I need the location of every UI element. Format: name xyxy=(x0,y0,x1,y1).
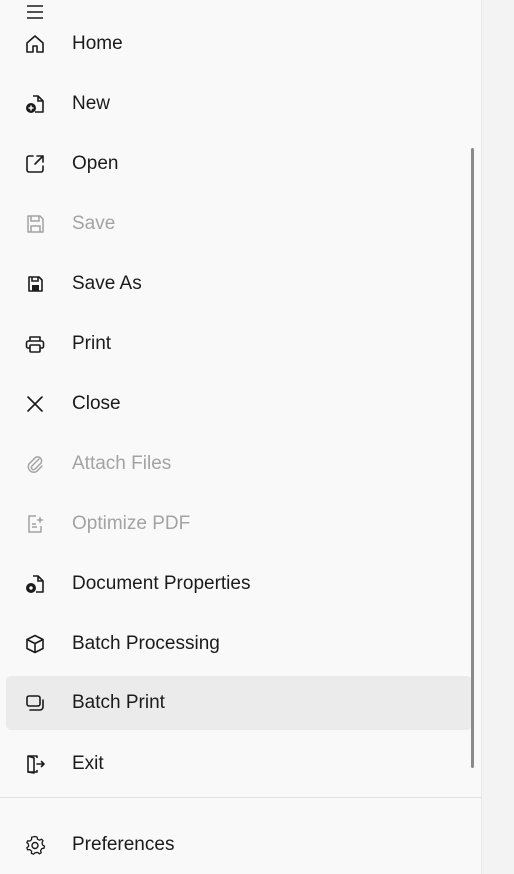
menu-item-label: Optimize PDF xyxy=(72,513,191,534)
exit-door-icon xyxy=(24,753,46,775)
save-icon xyxy=(24,213,46,235)
cube-icon xyxy=(24,633,46,655)
home-icon xyxy=(24,33,46,55)
menu-item-label: Document Properties xyxy=(72,573,251,594)
menu-item-label: Preferences xyxy=(72,834,175,855)
menu-item-close[interactable]: Close xyxy=(6,377,472,431)
new-document-icon xyxy=(24,93,46,115)
menu-item-batch-processing[interactable]: Batch Processing xyxy=(6,617,472,671)
menu-item-label: Save xyxy=(72,213,116,234)
save-as-icon xyxy=(24,273,46,295)
gear-icon xyxy=(24,834,46,856)
printer-icon xyxy=(24,333,46,355)
menu-item-label: Print xyxy=(72,333,112,354)
menu-item-preferences[interactable]: Preferences xyxy=(6,818,472,872)
menu-item-attach-files: Attach Files xyxy=(6,437,472,491)
menu-item-label: Batch Processing xyxy=(72,633,220,654)
menu-item-label: Batch Print xyxy=(72,692,165,713)
menu-item-document-properties[interactable]: Document Properties xyxy=(6,557,472,611)
menu-item-label: Attach Files xyxy=(72,453,172,474)
menu-item-label: Exit xyxy=(72,753,104,774)
menu-item-save-as[interactable]: Save As xyxy=(6,257,472,311)
menu-item-home[interactable]: Home xyxy=(6,17,472,71)
menu-item-optimize-pdf: Optimize PDF xyxy=(6,497,472,551)
document-area xyxy=(481,0,514,874)
paperclip-icon xyxy=(24,453,46,475)
vertical-scrollbar[interactable] xyxy=(471,148,474,768)
menu-item-label: New xyxy=(72,93,111,114)
menu-item-exit[interactable]: Exit xyxy=(6,737,472,791)
menu-divider xyxy=(0,797,481,798)
file-menu-panel: Home New Open Save Save As Print Close A… xyxy=(0,0,481,874)
menu-item-batch-print[interactable]: Batch Print xyxy=(6,676,472,730)
menu-item-label: Close xyxy=(72,393,121,414)
menu-item-print[interactable]: Print xyxy=(6,317,472,371)
menu-item-new[interactable]: New xyxy=(6,77,472,131)
menu-item-label: Save As xyxy=(72,273,142,294)
menu-item-open[interactable]: Open xyxy=(6,137,472,191)
menu-item-label: Open xyxy=(72,153,119,174)
open-external-icon xyxy=(24,153,46,175)
optimize-pdf-icon xyxy=(24,513,46,535)
document-settings-icon xyxy=(24,573,46,595)
close-icon xyxy=(24,393,46,415)
menu-item-label: Home xyxy=(72,33,123,54)
batch-print-icon xyxy=(24,692,46,714)
menu-item-save: Save xyxy=(6,197,472,251)
